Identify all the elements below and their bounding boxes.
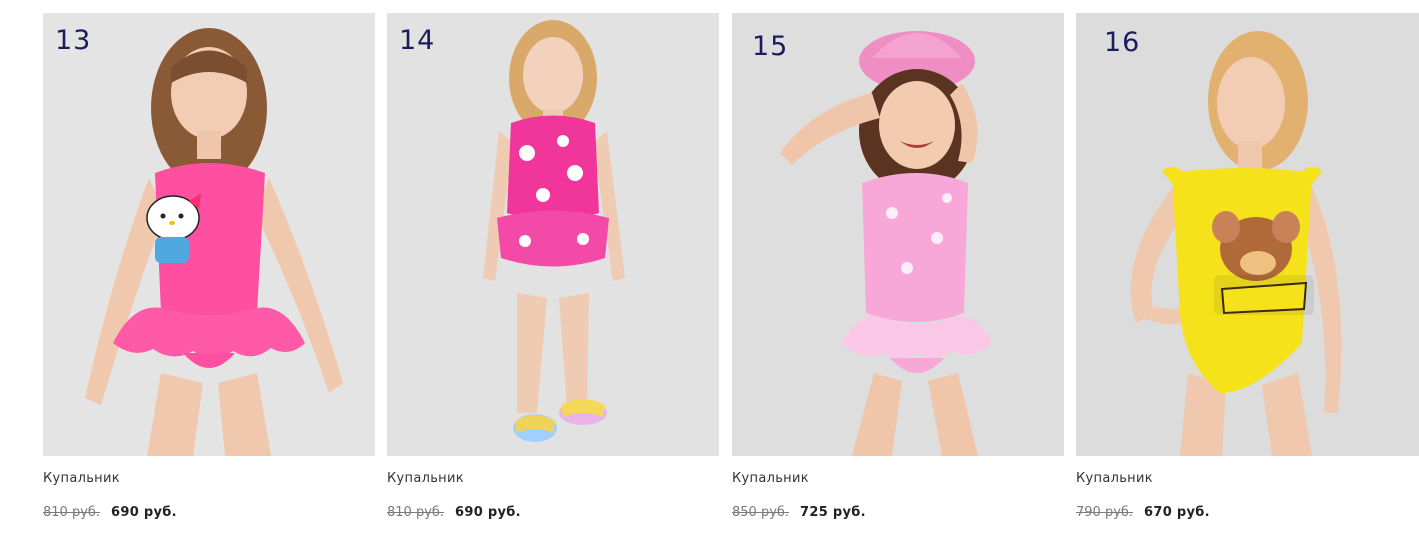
product-number: 13 bbox=[55, 25, 92, 56]
product-card[interactable]: 15 Купальник 850 руб. 725 руб. bbox=[732, 13, 1064, 520]
product-title[interactable]: Купальник bbox=[387, 471, 719, 486]
product-title[interactable]: Купальник bbox=[1076, 471, 1419, 486]
product-number: 16 bbox=[1104, 27, 1141, 58]
product-title[interactable]: Купальник bbox=[732, 471, 1064, 486]
current-price: 690 руб. bbox=[111, 505, 177, 520]
product-card[interactable]: 13 Купальник 810 руб. 690 руб. bbox=[43, 13, 375, 520]
current-price: 670 руб. bbox=[1144, 505, 1210, 520]
product-title[interactable]: Купальник bbox=[43, 471, 375, 486]
old-price: 850 руб. bbox=[732, 505, 790, 520]
current-price: 725 руб. bbox=[800, 505, 866, 520]
product-image bbox=[1076, 13, 1419, 456]
product-photo[interactable]: 16 bbox=[1076, 13, 1419, 456]
product-photo[interactable]: 13 bbox=[43, 13, 375, 456]
old-price: 810 руб. bbox=[43, 505, 101, 520]
price-block: 810 руб. 690 руб. bbox=[387, 505, 719, 520]
product-card[interactable]: 14 Купальник 810 руб. 690 руб. bbox=[387, 13, 719, 520]
product-image bbox=[43, 13, 375, 456]
product-image bbox=[387, 13, 719, 456]
product-photo[interactable]: 14 bbox=[387, 13, 719, 456]
product-card[interactable]: 16 Купальник 790 руб. 670 руб. bbox=[1076, 13, 1419, 520]
product-number: 15 bbox=[752, 31, 789, 62]
product-number: 14 bbox=[399, 25, 436, 56]
old-price: 810 руб. bbox=[387, 505, 445, 520]
product-photo[interactable]: 15 bbox=[732, 13, 1064, 456]
price-block: 850 руб. 725 руб. bbox=[732, 505, 1064, 520]
current-price: 690 руб. bbox=[455, 505, 521, 520]
product-grid: 13 Купальник 810 руб. 690 руб. 14 Купаль… bbox=[0, 0, 1419, 549]
old-price: 790 руб. bbox=[1076, 505, 1134, 520]
product-image bbox=[732, 13, 1064, 456]
price-block: 790 руб. 670 руб. bbox=[1076, 505, 1419, 520]
price-block: 810 руб. 690 руб. bbox=[43, 505, 375, 520]
